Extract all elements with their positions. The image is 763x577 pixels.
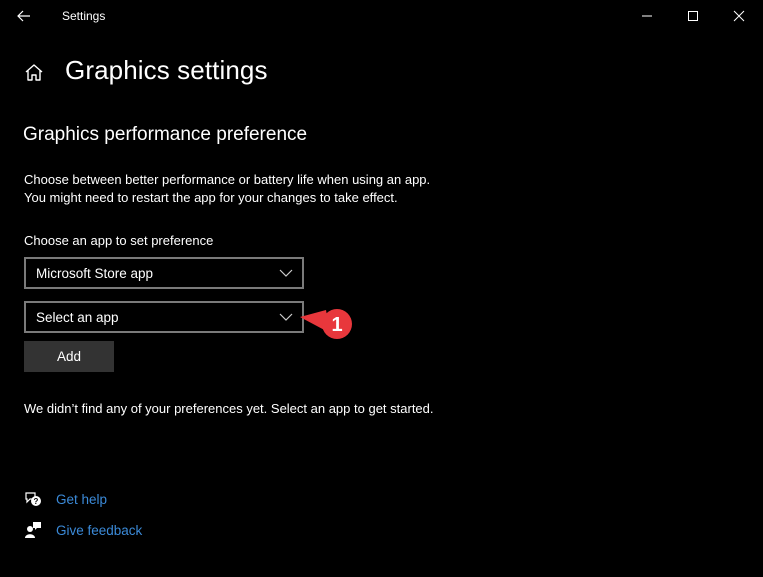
help-chat-icon: ? xyxy=(25,492,41,506)
maximize-button[interactable] xyxy=(670,0,716,32)
section-title: Graphics performance preference xyxy=(23,124,308,145)
back-arrow-icon xyxy=(17,10,30,22)
feedback-person-icon xyxy=(25,522,41,538)
get-help-link[interactable]: ? Get help xyxy=(24,490,107,508)
home-icon xyxy=(25,64,43,81)
empty-preferences-message: We didn’t find any of your preferences y… xyxy=(24,401,434,416)
chevron-down-icon xyxy=(279,269,293,277)
add-button[interactable]: Add xyxy=(24,341,114,372)
give-feedback-link[interactable]: Give feedback xyxy=(24,521,142,539)
app-type-dropdown-value: Microsoft Store app xyxy=(36,265,154,281)
home-button[interactable] xyxy=(24,63,44,83)
minimize-button[interactable] xyxy=(624,0,670,32)
select-app-dropdown[interactable]: Select an app xyxy=(24,301,304,333)
get-help-label: Get help xyxy=(56,491,108,507)
section-description: Choose between better performance or bat… xyxy=(24,171,430,207)
description-line-2: You might need to restart the app for yo… xyxy=(24,190,398,205)
window-title: Settings xyxy=(62,9,106,23)
close-icon xyxy=(733,10,745,22)
callout-number: 1 xyxy=(331,314,342,336)
app-type-dropdown[interactable]: Microsoft Store app xyxy=(24,257,304,289)
minimize-icon xyxy=(642,15,652,17)
svg-text:?: ? xyxy=(34,497,39,506)
maximize-icon xyxy=(688,11,698,21)
choose-app-label: Choose an app to set preference xyxy=(24,233,214,248)
page-title: Graphics settings xyxy=(65,55,268,85)
description-line-1: Choose between better performance or bat… xyxy=(24,172,431,187)
back-button[interactable] xyxy=(14,6,34,26)
close-button[interactable] xyxy=(716,0,762,32)
give-feedback-label: Give feedback xyxy=(56,522,143,538)
chevron-down-icon xyxy=(279,313,293,321)
select-app-dropdown-value: Select an app xyxy=(36,309,119,325)
step-callout: 1 xyxy=(300,309,352,339)
